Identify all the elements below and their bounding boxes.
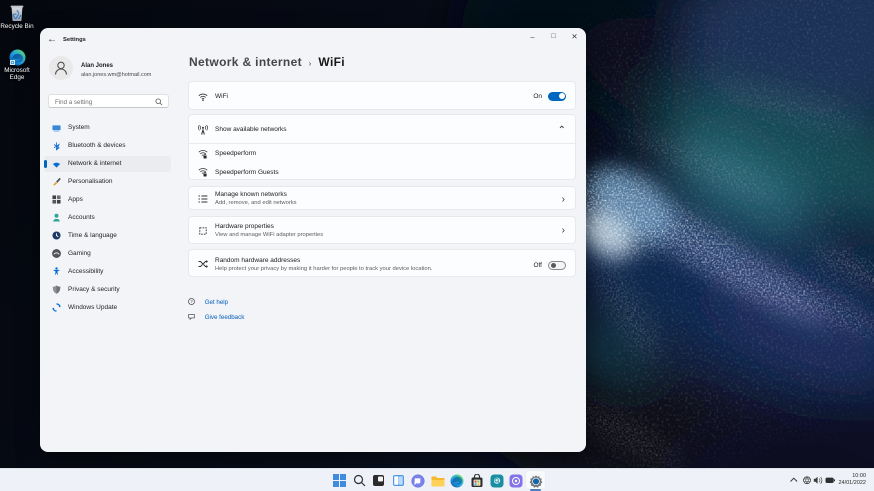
svg-text:?: ? — [190, 299, 193, 304]
